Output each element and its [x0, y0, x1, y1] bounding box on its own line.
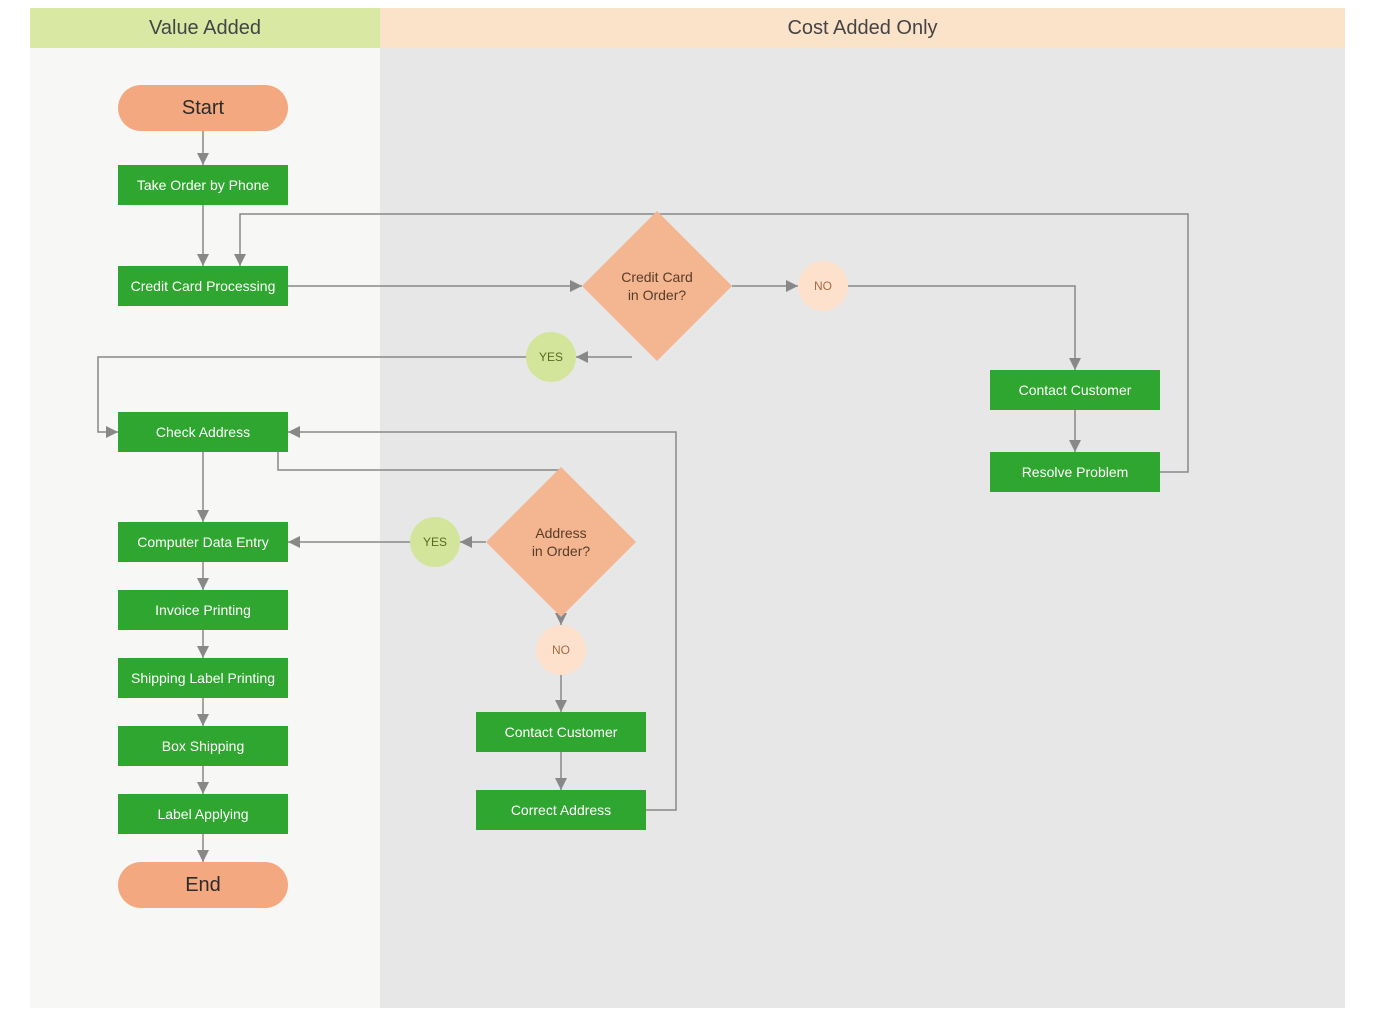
label: Resolve Problem [1022, 464, 1129, 480]
connector-no-2: NO [536, 625, 586, 675]
label: Credit Card Processing [131, 278, 276, 294]
decision-address: Addressin Order? [486, 487, 636, 597]
label: Take Order by Phone [137, 177, 269, 193]
decision-credit-card: Credit Cardin Order? [582, 231, 732, 341]
process-ship-label: Shipping Label Printing [118, 658, 288, 698]
label: Box Shipping [162, 738, 245, 754]
terminal-end: End [118, 862, 288, 908]
label: Correct Address [511, 802, 611, 818]
process-check-address: Check Address [118, 412, 288, 452]
process-box-shipping: Box Shipping [118, 726, 288, 766]
process-contact-customer-1: Contact Customer [990, 370, 1160, 410]
process-data-entry: Computer Data Entry [118, 522, 288, 562]
process-correct-address: Correct Address [476, 790, 646, 830]
process-invoice: Invoice Printing [118, 590, 288, 630]
process-cc-processing: Credit Card Processing [118, 266, 288, 306]
header-value-added: Value Added [30, 8, 380, 48]
label: Computer Data Entry [137, 534, 269, 550]
label-end: End [185, 874, 221, 897]
label: Check Address [156, 424, 250, 440]
connector-no-1: NO [798, 261, 848, 311]
label: Invoice Printing [155, 602, 251, 618]
process-take-order: Take Order by Phone [118, 165, 288, 205]
label: Addressin Order? [532, 524, 590, 560]
label: NO [552, 643, 570, 657]
label: Credit Cardin Order? [621, 268, 693, 304]
label: NO [814, 279, 832, 293]
label: Label Applying [157, 806, 248, 822]
label: YES [539, 350, 563, 364]
header-cost-added: Cost Added Only [380, 8, 1345, 48]
label-start: Start [182, 97, 224, 120]
label: Contact Customer [505, 724, 618, 740]
terminal-start: Start [118, 85, 288, 131]
connector-yes-1: YES [526, 332, 576, 382]
label: Contact Customer [1019, 382, 1132, 398]
flowchart-canvas: Value Added Cost Added Only [0, 0, 1375, 1032]
label: YES [423, 535, 447, 549]
label: Shipping Label Printing [131, 670, 275, 686]
process-label-applying: Label Applying [118, 794, 288, 834]
process-resolve-problem: Resolve Problem [990, 452, 1160, 492]
connector-yes-2: YES [410, 517, 460, 567]
process-contact-customer-2: Contact Customer [476, 712, 646, 752]
